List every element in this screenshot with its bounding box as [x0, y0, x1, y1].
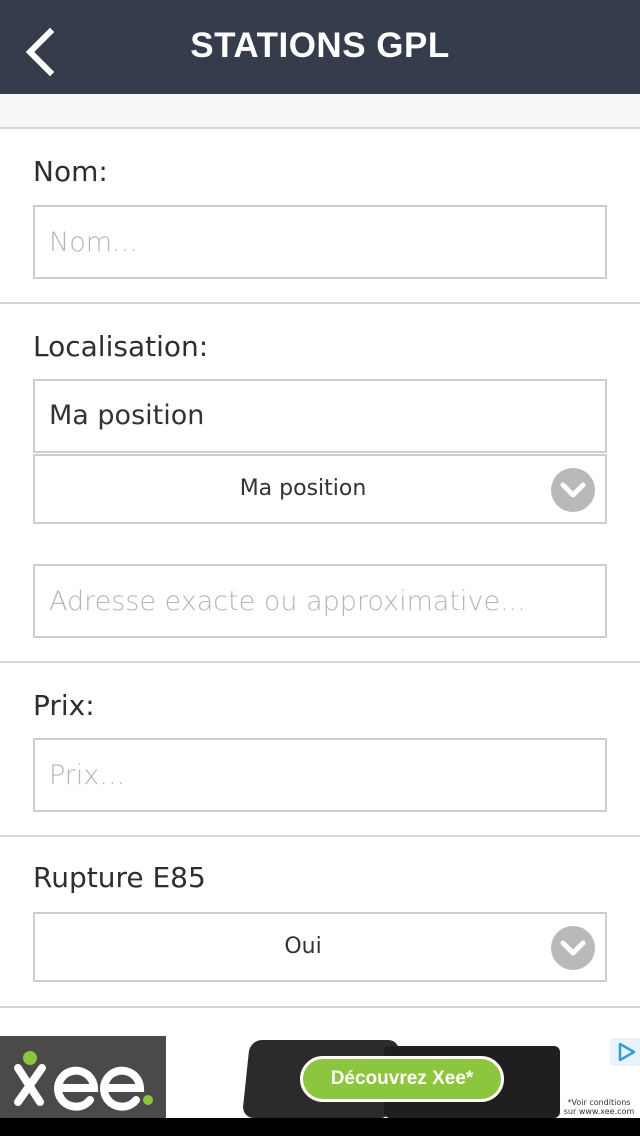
location-label: Localisation: [33, 330, 209, 363]
ad-choices-icon[interactable] [610, 1038, 640, 1066]
address-input[interactable] [33, 564, 607, 638]
price-input[interactable] [33, 738, 607, 812]
rupture-section: Rupture E85 Oui [0, 837, 640, 1008]
location-select[interactable]: Ma position [33, 454, 607, 524]
chevron-down-icon [551, 926, 595, 970]
price-section: Prix: [0, 663, 640, 837]
name-input[interactable] [33, 205, 607, 279]
header-divider [0, 94, 640, 129]
name-label: Nom: [33, 155, 108, 188]
ad-banner[interactable]: Découvrez Xee* *Voir conditions sur www.… [0, 1036, 640, 1118]
location-input[interactable]: Ma position [33, 379, 607, 453]
rupture-select-value: Oui [284, 934, 322, 959]
rupture-select[interactable]: Oui [33, 912, 607, 982]
xee-logo [0, 1036, 166, 1118]
name-section: Nom: [0, 129, 640, 304]
price-label: Prix: [33, 689, 95, 722]
page-title: STATIONS GPL [190, 26, 450, 65]
chevron-down-icon [551, 468, 595, 512]
top-nav-bar: STATIONS GPL [0, 0, 640, 94]
app-screen: STATIONS GPL Nom: Localisation: Ma posit… [0, 0, 640, 1136]
rupture-label: Rupture E85 [33, 861, 206, 894]
ad-cta-button[interactable]: Découvrez Xee* [300, 1056, 504, 1102]
ad-fine-print: *Voir conditions sur www.xee.com [563, 1098, 635, 1116]
location-select-value: Ma position [239, 476, 367, 501]
location-section: Localisation: Ma position Ma position [0, 304, 640, 663]
bottom-bar [0, 1118, 640, 1136]
